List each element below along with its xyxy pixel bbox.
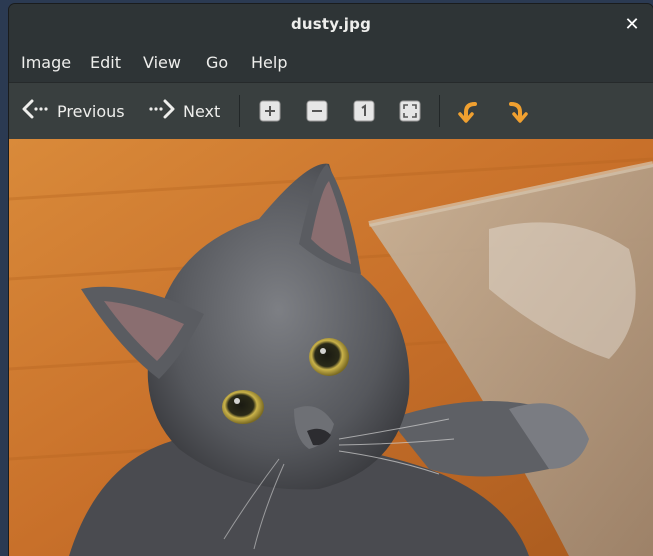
image-viewport[interactable] bbox=[9, 139, 653, 556]
rotate-left-icon bbox=[458, 102, 477, 123]
rotate-right-button[interactable] bbox=[505, 98, 529, 124]
window-title: dusty.jpg bbox=[290, 15, 372, 33]
menu-bar: Image Edit View Go Help bbox=[9, 44, 653, 82]
normal-size-icon bbox=[353, 100, 375, 122]
previous-label: Previous bbox=[57, 101, 125, 121]
next-label: Next bbox=[183, 101, 221, 121]
zoom-in-button[interactable] bbox=[259, 100, 281, 122]
menu-go[interactable]: Go bbox=[206, 44, 228, 82]
toolbar-separator bbox=[239, 95, 240, 127]
previous-icon bbox=[21, 99, 51, 123]
menu-view[interactable]: View bbox=[143, 44, 181, 82]
zoom-in-icon bbox=[259, 100, 281, 122]
best-fit-icon bbox=[399, 100, 421, 122]
close-button[interactable]: ✕ bbox=[619, 12, 645, 38]
zoom-out-button[interactable] bbox=[306, 100, 328, 122]
title-bar[interactable]: dusty.jpg ✕ bbox=[9, 4, 653, 44]
previous-button[interactable]: Previous bbox=[21, 95, 125, 127]
menu-image[interactable]: Image bbox=[21, 44, 71, 82]
normal-size-button[interactable] bbox=[353, 100, 375, 122]
next-button[interactable]: Next bbox=[147, 95, 220, 127]
zoom-out-icon bbox=[306, 100, 328, 122]
cat-photo bbox=[9, 139, 653, 556]
toolbar: Previous Next bbox=[9, 82, 653, 139]
next-icon bbox=[147, 99, 177, 123]
toolbar-separator bbox=[439, 95, 440, 127]
menu-help[interactable]: Help bbox=[251, 44, 287, 82]
menu-edit[interactable]: Edit bbox=[90, 44, 121, 82]
rotate-right-icon bbox=[509, 102, 528, 123]
rotate-left-button[interactable] bbox=[457, 98, 481, 124]
image-viewer-window: dusty.jpg ✕ Image Edit View Go Help Prev… bbox=[9, 4, 653, 556]
best-fit-button[interactable] bbox=[399, 100, 421, 122]
